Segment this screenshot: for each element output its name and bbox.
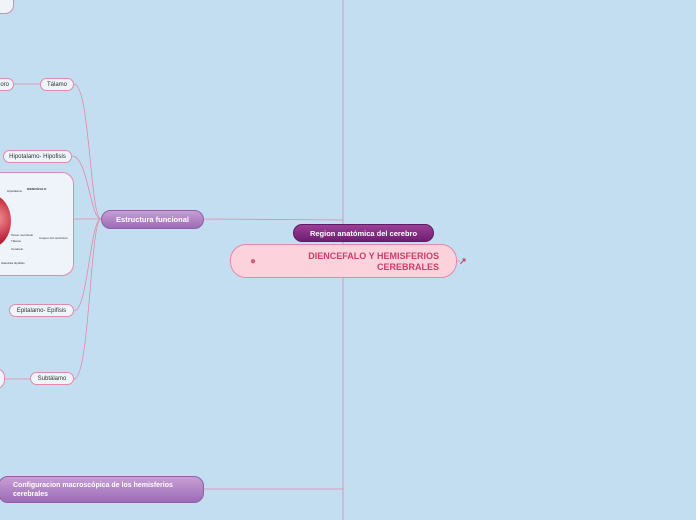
image-label-talamo: Tálamo (11, 239, 22, 243)
image-label-cuerpo: Cuerpo del ventrículo (39, 236, 68, 240)
epitalamo-node[interactable]: Epitalamo- Epifisis (9, 304, 74, 317)
estructura-funcional-node[interactable]: Estructura funcional (101, 210, 204, 229)
brain-icon: ● (250, 256, 257, 267)
configuracion-node[interactable]: Configuracion macroscópica de los hemisf… (0, 476, 204, 503)
subtalamo-label: Subtálamo (37, 375, 67, 382)
hipotalamo-node[interactable]: Hipotalamo- Hipofisis (3, 150, 72, 163)
talamo-label: Tálamo (46, 81, 67, 88)
epitalamo-label: Epitalamo- Epifisis (16, 307, 67, 314)
configuracion-label: Configuracion macroscópica de los hemisf… (13, 481, 173, 498)
region-anatomica-label: Region anatómica del cerebro (309, 228, 418, 238)
image-label-tercer-ventriculo: Tercer ventrículo (11, 233, 34, 237)
central-topic-title: DIENCEFALO Y HEMISFERIOS CEREBRALES (308, 251, 439, 272)
estructura-funcional-label: Estructura funcional (116, 215, 189, 224)
image-label-diencefalo: DIENCÉFALO (27, 187, 47, 191)
diencefalo-image-node[interactable]: DIENCÉFALO Hipotálamo Tercer ventrículo … (0, 172, 74, 276)
image-label-cerebelo: Cerebelo (11, 247, 24, 251)
brain-illustration (0, 195, 11, 247)
subtalamo-node[interactable]: Subtálamo (30, 372, 74, 385)
image-label-hipofisis: Glándula hipófisis (1, 261, 25, 265)
central-topic-node[interactable]: ● DIENCEFALO Y HEMISFERIOS CEREBRALES (230, 244, 457, 278)
image-label-hipotalamo: Hipotálamo (7, 189, 23, 193)
talamo-subnode-label: oro (0, 81, 9, 88)
hipotalamo-label: Hipotalamo- Hipofisis (9, 153, 66, 160)
region-anatomica-node[interactable]: Region anatómica del cerebro (293, 224, 434, 242)
talamo-node[interactable]: Tálamo (40, 78, 74, 91)
link-icon[interactable]: ↗ (459, 256, 469, 266)
talamo-subnode[interactable]: oro (0, 78, 14, 91)
